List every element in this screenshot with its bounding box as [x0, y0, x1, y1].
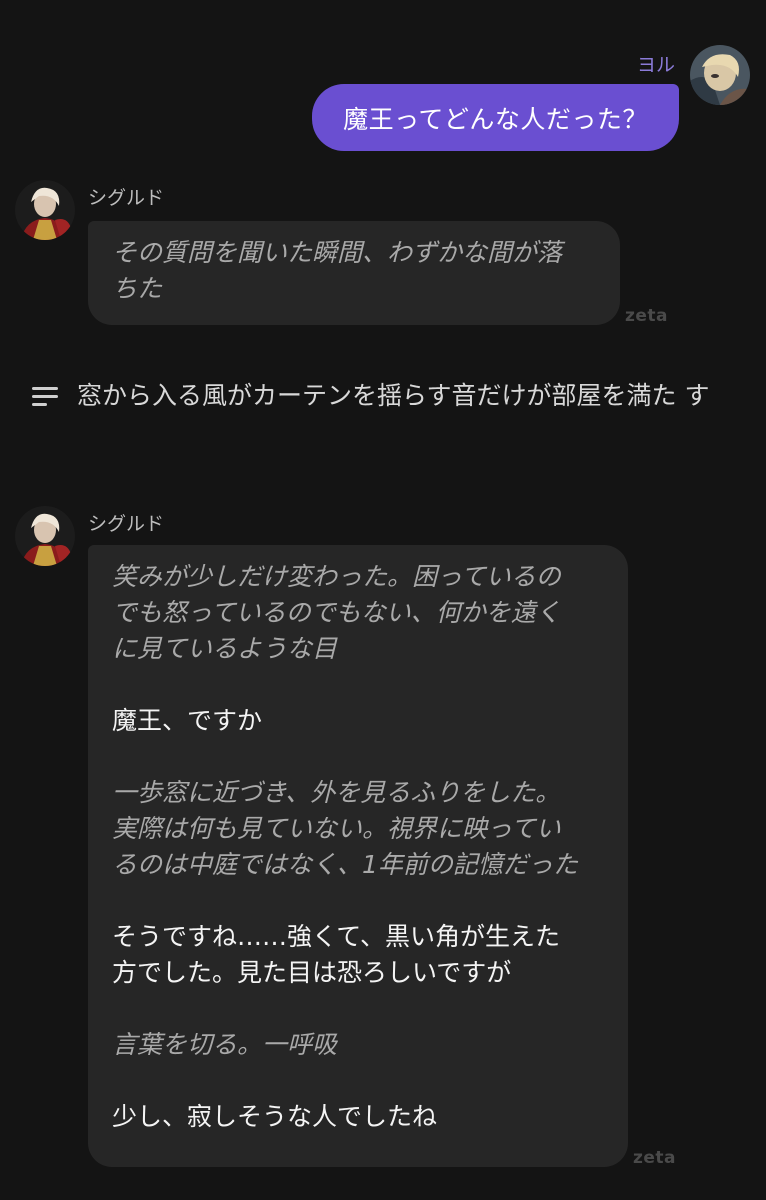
bot-message-bubble[interactable]: その質問を聞いた瞬間、わずかな間が落 ちた — [88, 221, 620, 325]
zeta-watermark: zeta — [633, 1148, 677, 1168]
narration-text: その質問を聞いた瞬間、わずかな間が落 ちた — [112, 238, 563, 303]
user-message-text: 魔王ってどんな人だった？ — [343, 104, 648, 134]
user-message-bubble[interactable]: 魔王ってどんな人だった？ — [312, 84, 679, 151]
user-name: ヨル — [637, 54, 676, 76]
zeta-watermark: zeta — [625, 306, 669, 326]
narration-text: 一歩窓に近づき、外を見るふりをした。 実際は何も見ていない。視界に映ってい るの… — [112, 778, 578, 879]
bot-avatar[interactable] — [15, 506, 75, 566]
menu-lines-icon — [32, 387, 58, 407]
bot-message-bubble[interactable]: 笑みが少しだけ変わった。困っているの でも怒っているのでもない、何かを遠く に見… — [88, 545, 628, 1167]
bot-name: シグルド — [88, 187, 165, 209]
dialogue-text: 魔王、ですか — [112, 706, 263, 735]
user-avatar[interactable] — [690, 45, 750, 105]
narration-text: 笑みが少しだけ変わった。困っているの でも怒っているのでもない、何かを遠く に見… — [112, 562, 561, 663]
bot-avatar-image — [15, 506, 75, 566]
system-narration: 窓から入る風がカーテンを揺らす音だけが部屋を満た す — [32, 378, 732, 414]
bot-avatar-image — [15, 180, 75, 240]
dialogue-text: そうですね……強くて、黒い角が生えた 方でした。見た目は恐ろしいですが — [112, 922, 561, 987]
narration-text: 言葉を切る。一呼吸 — [112, 1030, 338, 1059]
bot-name: シグルド — [88, 513, 165, 535]
system-narration-text: 窓から入る風がカーテンを揺らす音だけが部屋を満た す — [77, 381, 710, 410]
bot-avatar[interactable] — [15, 180, 75, 240]
dialogue-text: 少し、寂しそうな人でしたね — [112, 1102, 438, 1131]
user-avatar-image — [690, 45, 750, 105]
